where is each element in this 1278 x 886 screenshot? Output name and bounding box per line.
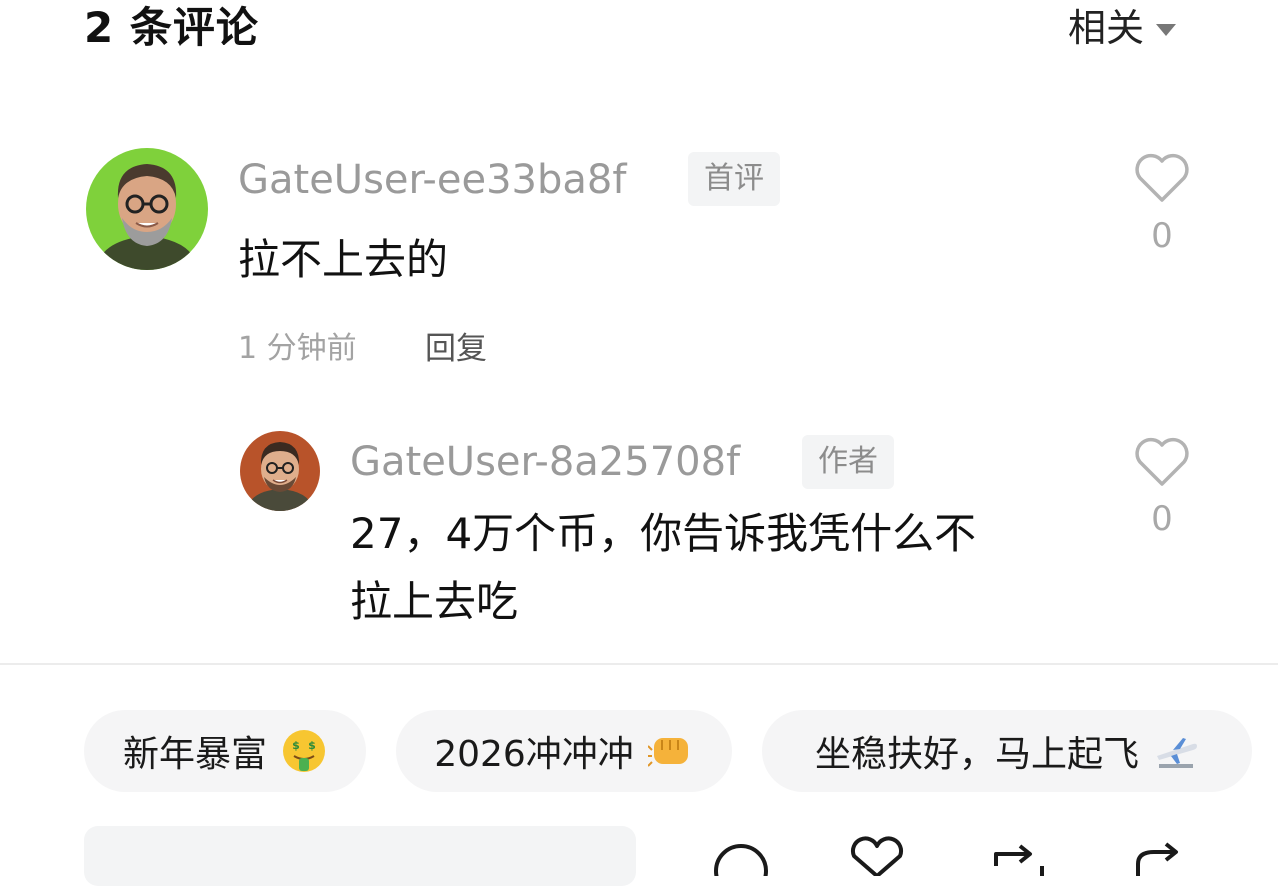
quick-reply-text: 坐稳扶好，马上起飞 bbox=[814, 734, 1139, 775]
heart-icon[interactable] bbox=[1134, 152, 1190, 204]
like-count: 0 bbox=[1151, 499, 1173, 539]
quick-reply-text: 新年暴富 bbox=[122, 734, 267, 775]
quick-reply-chip[interactable]: 坐稳扶好，马上起飞 bbox=[762, 710, 1252, 792]
avatar[interactable] bbox=[240, 431, 320, 511]
sort-label: 相关 bbox=[1068, 6, 1145, 50]
reply-text-line2: 拉上去吃 bbox=[350, 577, 519, 626]
divider bbox=[0, 663, 1278, 665]
comment-text: 拉不上去的 bbox=[238, 235, 449, 284]
comment-input[interactable] bbox=[84, 826, 636, 886]
comment-username[interactable]: GateUser-ee33ba8f bbox=[238, 154, 626, 206]
svg-text:$: $ bbox=[308, 739, 316, 752]
like-count: 0 bbox=[1151, 216, 1173, 256]
comment-count-title: 2 条评论 bbox=[84, 3, 259, 52]
reply-button[interactable]: 回复 bbox=[425, 329, 487, 369]
quick-reply-text: 2026冲冲冲 bbox=[434, 734, 634, 775]
repost-icon[interactable] bbox=[984, 836, 1054, 876]
first-comment-badge: 首评 bbox=[688, 152, 780, 206]
caret-down-icon bbox=[1156, 24, 1177, 36]
avatar[interactable] bbox=[86, 148, 208, 270]
comment-timestamp: 1 分钟前 bbox=[238, 331, 357, 366]
share-icon[interactable] bbox=[1124, 836, 1194, 876]
author-badge: 作者 bbox=[802, 435, 894, 489]
comment-icon[interactable] bbox=[706, 836, 776, 876]
quick-reply-chip[interactable]: 2026冲冲冲 bbox=[396, 710, 732, 792]
sort-dropdown[interactable]: 相关 bbox=[1068, 4, 1177, 52]
airplane-icon bbox=[1157, 738, 1197, 768]
fist-icon bbox=[647, 738, 688, 767]
heart-icon[interactable] bbox=[842, 836, 912, 876]
reply-text-line1: 27，4万个币，你告诉我凭什么不 bbox=[350, 509, 977, 558]
svg-text:$: $ bbox=[292, 739, 300, 752]
reply-username[interactable]: GateUser-8a25708f bbox=[350, 436, 740, 488]
money-mouth-face-icon: $ $ bbox=[283, 730, 325, 772]
heart-icon[interactable] bbox=[1134, 436, 1190, 488]
quick-reply-chip[interactable]: 新年暴富 $ $ bbox=[84, 710, 366, 792]
